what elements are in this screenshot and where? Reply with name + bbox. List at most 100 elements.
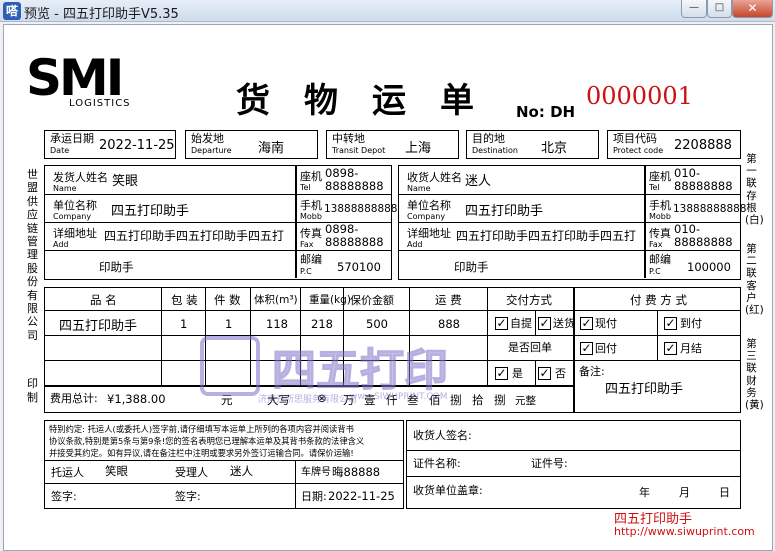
receiver-address-sublabel: Add [407,240,423,249]
sender-pc-value: 570100 [337,260,381,274]
divider [45,460,403,461]
watermark-url: www.SIWUPRINT.COM [350,392,448,402]
col-header-volume: 体积(m³) [254,294,298,306]
remark-label: 备注: [579,365,605,378]
date-sublabel: Date [50,146,70,155]
print-preview-page: SMI LOGISTICS 货物运单 No: DH 0000001 承运日期 D… [3,24,773,551]
divider [399,194,740,195]
monthly-checkbox[interactable]: ✓ [664,342,677,355]
sign-date-label: 日期: [301,490,327,503]
col-header-delivery: 交付方式 [506,293,552,307]
watermark-brand: 四五打印 [271,344,449,397]
receiver-mobile-value: 13888888888 [673,203,747,215]
logo-subtitle: LOGISTICS [69,98,131,109]
goods-weight-value: 218 [311,317,333,331]
sender-pc-label: 邮编 [300,253,322,266]
return-pay-label: 回付 [595,342,617,355]
sender-address-value: 四五打印助手四五打印助手四五打 [104,229,285,243]
return-no-checkbox[interactable]: ✓ [538,367,551,380]
sender-company-sublabel: Company [53,212,92,221]
close-button[interactable]: ✕ [732,0,773,18]
on-arrival-label: 到付 [680,317,702,330]
cash-checkbox[interactable]: ✓ [580,317,593,330]
sign-date-value: 2022-11-25 [328,489,395,503]
col-header-payment: 付 费 方 式 [630,293,687,307]
receiver-address-label: 详细地址 [407,227,451,240]
receiver-tel-value: 010-88888888 [674,166,733,193]
return-pay-checkbox[interactable]: ✓ [580,342,593,355]
receiver-fax-label: 传真 [649,227,671,240]
goods-insured-value: 500 [366,317,388,331]
terms-panel: 特别约定: 托运人(或委托人)签字前,请仔细填写本运单上所列的各项内容并阅读背书… [44,420,404,509]
waybill-number-label: No: DH [516,103,576,121]
destination-value: 北京 [541,141,568,156]
maximize-button[interactable]: □ [707,0,732,18]
footer-url: http://www.siwuprint.com [614,525,755,538]
id-number-label: 证件号: [531,457,568,470]
sender-tel-sublabel: Tel [300,183,311,192]
plate-value: 晦88888 [332,465,381,479]
receipt-month-label: 月 [679,486,690,499]
goods-volume-value: 118 [266,317,288,331]
receipt-panel: 收货人签名: 证件名称: 证件号: 收货单位盖章: 年 月 日 [406,420,741,509]
sender-address-label: 详细地址 [53,227,97,240]
date-label: 承运日期 [50,132,94,145]
minimize-button[interactable]: — [681,0,707,18]
total-end: 元整 [515,395,536,407]
project-code-field: 项目代码 Protect code 2208888 [607,130,741,159]
delivery-checkbox[interactable]: ✓ [538,317,551,330]
handler-value: 迷人 [230,464,253,478]
receiver-name-label: 收货人姓名 [407,171,462,184]
receiver-tel-sublabel: Tel [649,183,660,192]
sender-tel-label: 座机 [300,170,322,183]
copy-1-vertical: 第一联存根(白) [745,153,764,227]
pickup-label: 自提 [510,317,532,330]
copy-2-vertical: 第二联客户(红) [745,243,764,317]
divider [295,460,296,508]
total-value: ¥1,388.00 [107,392,166,406]
sender-name-label: 发货人姓名 [53,171,108,184]
divider [45,250,391,251]
destination-label: 目的地 [472,132,505,145]
sender-address-value-2: 印助手 [99,260,134,274]
receipt-day-label: 日 [719,486,730,499]
divider [407,476,740,477]
destination-field: 目的地 Destination 北京 [466,130,599,159]
receiver-mobile-label: 手机 [649,199,671,212]
company-name-vertical: 世盟供应链管理股份有限公司 [27,168,38,342]
project-code-label: 项目代码 [613,132,657,145]
receiver-address-value: 四五打印助手四五打印助手四五打 [456,229,637,243]
sender-name-sublabel: Name [53,184,77,193]
receiver-mobile-sublabel: Mobb [649,212,671,221]
divider [573,288,575,412]
pickup-checkbox[interactable]: ✓ [495,317,508,330]
project-code-value: 2208888 [674,138,732,153]
sender-company-value: 四五打印助手 [111,204,190,219]
receiver-signature-label: 收货人签名: [413,429,472,442]
goods-freight-value: 888 [438,317,460,331]
receiver-address-value-2: 印助手 [454,260,489,274]
id-type-label: 证件名称: [413,457,461,470]
col-header-pieces: 件 数 [214,293,241,307]
on-arrival-checkbox[interactable]: ✓ [664,317,677,330]
departure-field: 始发地 Departure 海南 [185,130,318,159]
receiver-pc-label: 邮编 [649,253,671,266]
app-icon: 嗒 [3,2,21,20]
receiver-pc-value: 100000 [687,260,731,274]
monthly-label: 月结 [680,342,702,355]
departure-value: 海南 [258,141,285,156]
sender-pc-sublabel: P.C [300,267,312,276]
return-yes-label: 是 [512,367,523,380]
receiver-stamp-label: 收货单位盖章: [413,484,483,497]
departure-sublabel: Departure [191,146,232,155]
receiver-company-label: 单位名称 [407,199,451,212]
date-value: 2022-11-25 [99,138,175,153]
terms-text-3: 并接受其约定。如有异议,请在备注栏中注明或要求另外签订运输合同。请保价运输! [49,448,354,458]
divider [161,288,162,385]
delivery-label: 送货 [553,317,575,330]
return-receipt-label: 是否回单 [508,341,552,354]
receiver-tel-label: 座机 [649,170,671,183]
shipper-value: 笑眼 [105,464,128,478]
sender-panel: 发货人姓名 Name 笑眼 单位名称 Company 四五打印助手 详细地址 A… [44,165,398,280]
departure-label: 始发地 [191,132,224,145]
